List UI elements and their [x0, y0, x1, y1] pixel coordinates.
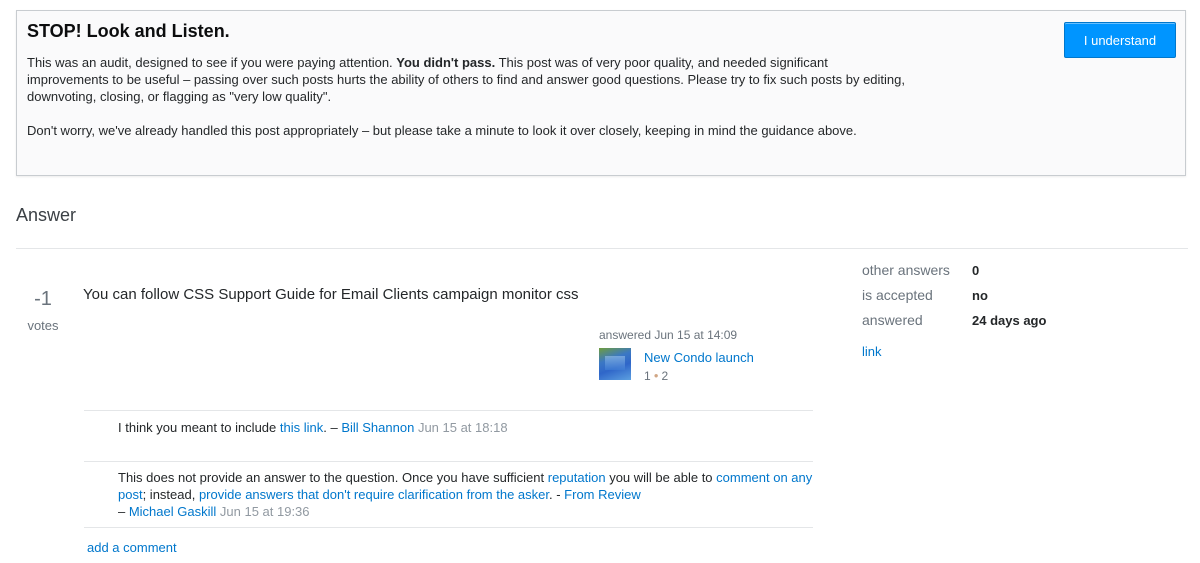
- stat-label: other answers: [862, 262, 950, 278]
- comment-date[interactable]: Jun 15 at 19:36: [220, 504, 310, 519]
- audit-title: STOP! Look and Listen.: [27, 21, 230, 41]
- i-understand-button[interactable]: I understand: [1064, 22, 1176, 58]
- comment-date[interactable]: Jun 15 at 18:18: [418, 420, 508, 435]
- comment-text: . –: [323, 420, 342, 435]
- comment-author-link[interactable]: Michael Gaskill: [129, 504, 216, 519]
- stat-other-answers: other answers 0: [862, 262, 1122, 278]
- comment: This does not provide an answer to the q…: [84, 461, 813, 528]
- answer-link[interactable]: link: [862, 344, 882, 359]
- section-title: Answer: [16, 205, 77, 225]
- user-reputation: 1 ● 2: [644, 369, 668, 383]
- comment-text: This does not provide an answer to the q…: [118, 470, 548, 485]
- comment-text: ; instead,: [142, 487, 199, 502]
- comment-text: you will be able to: [605, 470, 717, 485]
- stat-answered: answered 24 days ago: [862, 312, 1122, 328]
- divider: [16, 248, 1188, 249]
- stat-label: answered: [862, 312, 923, 328]
- comment-text: . -: [549, 487, 565, 502]
- bronze-badge-count: 2: [661, 369, 669, 383]
- from-review-link[interactable]: From Review: [564, 487, 641, 502]
- reputation-score: 1: [644, 369, 651, 383]
- stat-value: no: [972, 288, 988, 303]
- audit-message: This was an audit, designed to see if yo…: [27, 54, 912, 105]
- add-comment-link[interactable]: add a comment: [87, 540, 177, 555]
- audit-message-intro: This was an audit, designed to see if yo…: [27, 55, 397, 70]
- answered-timestamp: answered Jun 15 at 14:09: [599, 328, 738, 342]
- user-name-link[interactable]: New Condo launch: [644, 350, 754, 365]
- audit-fail-notice: You didn't pass.: [396, 55, 496, 70]
- comment-text: I think you meant to include: [118, 420, 280, 435]
- vote-label: votes: [27, 318, 59, 333]
- comment-separator: –: [118, 504, 129, 519]
- vote-count: -1: [34, 288, 52, 310]
- answer-body: You can follow CSS Support Guide for Ema…: [83, 286, 579, 303]
- comment: I think you meant to include this link. …: [84, 410, 813, 461]
- stat-value: 0: [972, 263, 980, 278]
- stat-is-accepted: is accepted no: [862, 287, 1122, 303]
- reputation-link[interactable]: reputation: [548, 470, 606, 485]
- audit-notice: STOP! Look and Listen. This was an audit…: [16, 10, 1186, 176]
- comment-link[interactable]: this link: [280, 420, 323, 435]
- stat-value: 24 days ago: [972, 313, 1047, 328]
- provide-answers-link[interactable]: provide answers that don't require clari…: [199, 487, 549, 502]
- bronze-badge-icon: ●: [653, 371, 659, 380]
- stat-label: is accepted: [862, 287, 933, 303]
- comment-author-link[interactable]: Bill Shannon: [341, 420, 414, 435]
- audit-guidance: Don't worry, we've already handled this …: [27, 123, 857, 138]
- avatar[interactable]: [599, 348, 631, 380]
